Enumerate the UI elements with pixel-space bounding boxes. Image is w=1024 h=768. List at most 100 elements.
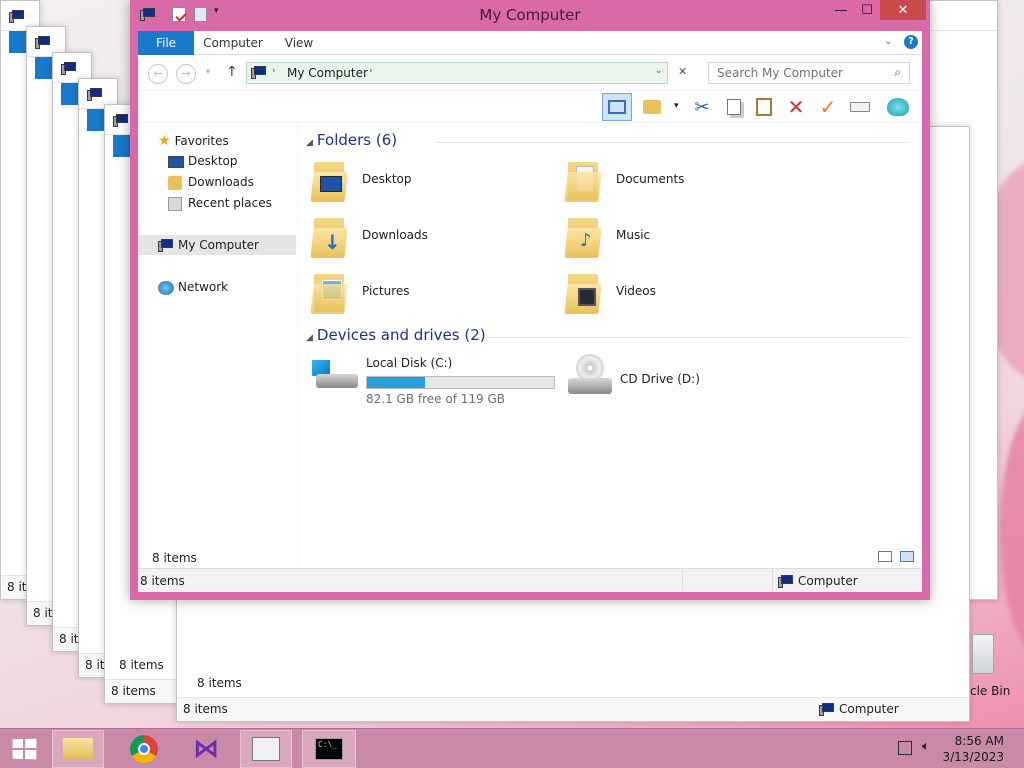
recycle-bin-label[interactable]: cle Bin (970, 684, 1010, 698)
recent-locations-icon[interactable]: ▾ (206, 67, 210, 76)
desktop-icon (168, 155, 184, 168)
drive-local-disk-c[interactable]: Local Disk (C:) 82.1 GB free of 119 GB (312, 352, 562, 408)
pictures-folder-icon (310, 270, 348, 314)
monitor-icon (252, 737, 280, 761)
taskbar-chrome[interactable] (118, 730, 170, 768)
details-view-icon[interactable] (878, 551, 892, 562)
network-tray-icon[interactable] (898, 741, 912, 755)
folder-pictures[interactable]: Pictures (310, 268, 562, 318)
start-button[interactable] (0, 730, 48, 768)
nav-desktop[interactable]: Desktop (138, 151, 296, 171)
navigation-pane: ★ Favorites Desktop Downloads Recent plac… (138, 124, 298, 564)
disk-usage-bar (366, 376, 555, 389)
address-dropdown-icon[interactable]: ⌄ (655, 66, 663, 76)
cd-drive-icon (566, 354, 614, 396)
folder-downloads[interactable]: ↓ Downloads (310, 212, 562, 262)
taskbar-resource-monitor[interactable] (240, 730, 292, 768)
search-placeholder: Search My Computer (717, 66, 843, 80)
select-all-icon[interactable] (848, 96, 872, 118)
window-client: File Computer View ⌄ ? ← → ▾ ↑ › My Comp… (138, 31, 922, 592)
status-location: Computer (819, 702, 899, 716)
clock-time: 8:56 AM (954, 734, 1004, 748)
cut-icon[interactable]: ✂ (690, 96, 714, 118)
status-text: 8 items (119, 658, 164, 672)
folder-desktop[interactable]: Desktop (310, 156, 562, 206)
taskbar: ⋈ C:\_ 🔈︎ 8:56 AM 3/13/2023 (0, 728, 1024, 768)
taskbar-command-prompt[interactable]: C:\_ (302, 730, 356, 768)
status-location: Computer (778, 574, 858, 588)
dropdown-icon[interactable]: ▾ (674, 101, 679, 111)
downloads-icon (168, 175, 182, 190)
clock[interactable]: 8:56 AM 3/13/2023 (942, 733, 1004, 765)
nav-downloads[interactable]: Downloads (138, 172, 296, 192)
star-icon: ★ (158, 133, 171, 149)
expand-ribbon-icon[interactable]: ⌄ (884, 36, 892, 47)
large-icons-view-icon[interactable] (900, 551, 914, 562)
volume-icon[interactable]: 🔈︎ (922, 739, 930, 754)
tab-file[interactable]: File (138, 31, 194, 55)
title-bar[interactable]: ▾ My Computer — ☐ ✕ (130, 0, 930, 31)
explorer-window[interactable]: ▾ My Computer — ☐ ✕ File Computer View ⌄… (130, 0, 930, 600)
desktop-folder-icon (310, 158, 348, 202)
status-text: 8 items (105, 679, 177, 703)
tab-computer[interactable]: Computer (200, 31, 266, 55)
breadcrumb-chevron-icon[interactable]: › (272, 66, 276, 76)
search-icon[interactable]: ⌕ (894, 65, 901, 80)
folder-music[interactable]: ♪ Music (564, 212, 816, 262)
collapse-icon[interactable]: ◢ (306, 333, 313, 343)
paste-icon[interactable] (752, 96, 776, 118)
close-button[interactable]: ✕ (880, 0, 926, 20)
item-count: 8 items (152, 551, 197, 565)
drive-cd-d[interactable]: CD Drive (D:) (566, 352, 766, 408)
computer-icon (251, 66, 267, 79)
collapse-icon[interactable]: ◢ (306, 138, 313, 148)
preview-pane-button[interactable] (602, 93, 632, 121)
properties-button[interactable] (640, 96, 664, 118)
folders-group-header[interactable]: ◢ Folders (6) (306, 131, 914, 149)
tab-view[interactable]: View (278, 31, 320, 55)
taskbar-file-explorer[interactable] (52, 730, 104, 768)
status-text: 8 items (197, 676, 242, 690)
breadcrumb-chevron-icon[interactable]: › (369, 66, 373, 76)
shell-icon[interactable] (886, 96, 910, 118)
maximize-button[interactable]: ☐ (854, 0, 880, 20)
computer-icon (61, 61, 76, 75)
recycle-bin-icon[interactable] (972, 634, 994, 674)
nav-recent-places[interactable]: Recent places (138, 193, 296, 213)
window-title: My Computer (479, 6, 581, 24)
delete-icon[interactable]: ✕ (784, 95, 808, 119)
help-icon[interactable]: ? (904, 35, 918, 49)
breadcrumb-my-computer[interactable]: My Computer (287, 66, 368, 80)
forward-button[interactable]: → (176, 64, 196, 84)
folder-documents[interactable]: Documents (564, 156, 816, 206)
ribbon-tabs: File Computer View ⌄ ? (138, 31, 922, 55)
nav-my-computer[interactable]: My Computer (138, 235, 296, 255)
status-bar: 8 items Computer (138, 568, 922, 592)
drives-group-header[interactable]: ◢ Devices and drives (2) (306, 326, 914, 344)
nav-network[interactable]: Network (138, 277, 296, 297)
clock-date: 3/13/2023 (942, 750, 1004, 764)
status-bar: 8 items Computer (177, 697, 969, 721)
search-input[interactable]: Search My Computer ⌕ (708, 62, 910, 84)
chrome-icon (130, 735, 158, 763)
copy-icon[interactable] (722, 96, 746, 118)
visual-studio-icon: ⋈ (193, 734, 219, 764)
address-box[interactable]: › My Computer › ⌄ (246, 62, 668, 84)
computer-icon (87, 87, 102, 101)
folder-videos[interactable]: Videos (564, 268, 816, 318)
recent-places-icon (168, 196, 182, 211)
documents-folder-icon (564, 158, 602, 202)
taskbar-visual-studio[interactable]: ⋈ (180, 730, 232, 768)
computer-icon (778, 575, 794, 588)
file-explorer-icon (63, 738, 93, 760)
up-arrow-icon[interactable]: ↑ (226, 64, 238, 80)
minimize-button[interactable]: — (828, 0, 854, 20)
status-items: 8 items (140, 574, 185, 588)
drive-label: CD Drive (D:) (620, 372, 700, 386)
clear-address-icon[interactable]: ✕ (678, 65, 687, 78)
nav-favorites[interactable]: ★ Favorites (138, 130, 296, 150)
back-button[interactable]: ← (148, 64, 168, 84)
rename-check-icon[interactable]: ✓ (816, 95, 840, 119)
address-bar-row: ← → ▾ ↑ › My Computer › ⌄ ✕ Search My Co… (138, 55, 922, 91)
computer-icon (9, 9, 24, 23)
